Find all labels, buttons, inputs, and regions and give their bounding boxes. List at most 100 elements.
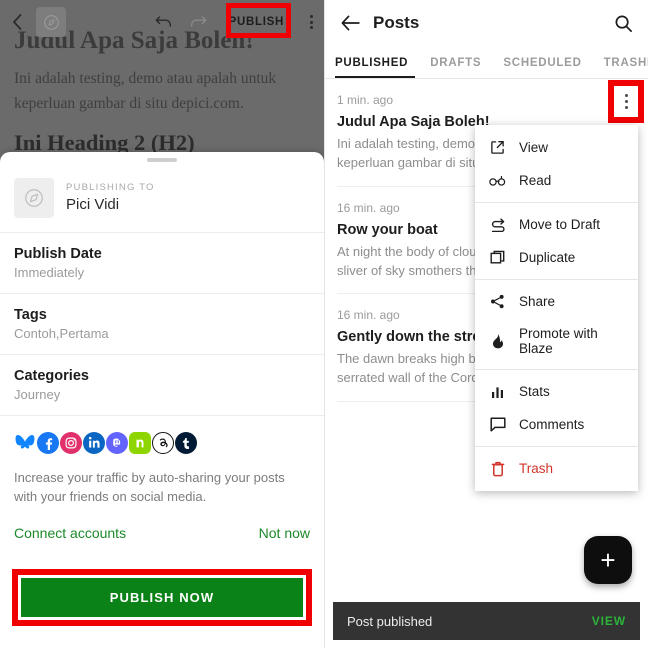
dimmed-editor-background: Judul Apa Saja Boleh! Ini adalah testing… bbox=[0, 0, 324, 167]
redo-arrow-icon[interactable] bbox=[181, 0, 215, 44]
publish-bottom-sheet: PUBLISHING TO Pici Vidi Publish Date Imm… bbox=[0, 152, 324, 648]
menu-item-stats[interactable]: Stats bbox=[475, 375, 638, 408]
publish-now-button[interactable]: PUBLISH NOW bbox=[21, 578, 303, 617]
snackbar-view-action[interactable]: VIEW bbox=[592, 614, 626, 628]
threads-icon bbox=[152, 431, 174, 454]
context-menu-group: View Read bbox=[475, 129, 638, 199]
mastodon-icon bbox=[106, 431, 128, 454]
move-to-draft-icon bbox=[489, 216, 506, 233]
editor-toolbar: PUBLISH bbox=[0, 0, 324, 44]
publishing-to-section[interactable]: PUBLISHING TO Pici Vidi bbox=[0, 162, 324, 232]
publish-date-label: Publish Date bbox=[14, 245, 102, 262]
post-context-menu: View Read Move to Draft Duplicate Share … bbox=[475, 125, 638, 491]
tab-drafts[interactable]: DRAFTS bbox=[430, 57, 481, 78]
compass-icon bbox=[14, 177, 54, 218]
bluesky-icon bbox=[14, 431, 36, 454]
social-actions: Connect accounts Not now bbox=[14, 525, 310, 541]
tumblr-icon bbox=[175, 431, 197, 454]
social-description: Increase your traffic by auto-sharing yo… bbox=[14, 469, 285, 505]
comment-bubble-icon bbox=[489, 416, 506, 433]
post-kebab-highlight[interactable] bbox=[608, 80, 644, 123]
menu-item-label: Promote with Blaze bbox=[519, 326, 598, 356]
undo-arrow-icon[interactable] bbox=[147, 0, 181, 44]
editor-paragraph: Ini adalah testing, demo atau apalah unt… bbox=[14, 69, 277, 112]
flame-icon bbox=[489, 333, 506, 350]
menu-item-label: Share bbox=[519, 294, 556, 309]
facebook-icon bbox=[37, 431, 59, 454]
divider bbox=[475, 369, 638, 370]
posts-tabs: PUBLISHED DRAFTS SCHEDULED TRASHED bbox=[325, 46, 648, 78]
divider bbox=[475, 202, 638, 203]
publish-button[interactable]: PUBLISH bbox=[218, 9, 294, 35]
connect-accounts-link[interactable]: Connect accounts bbox=[14, 525, 126, 541]
menu-item-view[interactable]: View bbox=[475, 131, 638, 164]
menu-item-label: Read bbox=[519, 173, 552, 188]
publishing-to-site-name: Pici Vidi bbox=[66, 196, 120, 213]
tags-value: Contoh,Pertama bbox=[14, 325, 109, 341]
active-tab-underline bbox=[335, 76, 415, 78]
duplicate-icon bbox=[489, 249, 506, 266]
search-icon[interactable] bbox=[608, 14, 638, 33]
kebab-menu-icon[interactable] bbox=[298, 0, 324, 44]
instagram-icon bbox=[60, 431, 82, 454]
site-avatar[interactable] bbox=[36, 7, 66, 37]
linkedin-icon bbox=[83, 431, 105, 454]
glasses-icon bbox=[489, 172, 506, 189]
tab-published[interactable]: PUBLISHED bbox=[335, 57, 408, 78]
chevron-left-icon[interactable] bbox=[0, 0, 34, 44]
posts-appbar: Posts bbox=[325, 0, 648, 46]
publish-date-row[interactable]: Publish Date Immediately bbox=[0, 233, 324, 293]
publishing-to-text: PUBLISHING TO Pici Vidi bbox=[66, 182, 155, 213]
menu-item-label: Comments bbox=[519, 417, 585, 432]
tab-scheduled[interactable]: SCHEDULED bbox=[503, 57, 581, 78]
publish-now-highlight: PUBLISH NOW bbox=[12, 569, 312, 626]
tab-trashed[interactable]: TRASHED bbox=[604, 57, 648, 78]
editor-publish-panel: Judul Apa Saja Boleh! Ini adalah testing… bbox=[0, 0, 324, 648]
categories-value: Journey bbox=[14, 386, 61, 402]
not-now-link[interactable]: Not now bbox=[259, 525, 310, 541]
trash-icon bbox=[489, 460, 506, 477]
external-link-icon bbox=[489, 139, 506, 156]
editor-content: Judul Apa Saja Boleh! Ini adalah testing… bbox=[0, 26, 324, 156]
new-post-fab[interactable]: + bbox=[584, 536, 632, 584]
menu-item-read[interactable]: Read bbox=[475, 164, 638, 197]
snackbar-message: Post published bbox=[347, 613, 433, 629]
context-menu-group: Share Promote with Blaze bbox=[475, 283, 638, 366]
menu-item-comments[interactable]: Comments bbox=[475, 408, 638, 441]
social-sharing-section: Increase your traffic by auto-sharing yo… bbox=[0, 416, 324, 541]
categories-label: Categories bbox=[14, 367, 89, 384]
menu-item-label: Move to Draft bbox=[519, 217, 601, 232]
snackbar: Post published VIEW bbox=[333, 602, 640, 640]
tags-label: Tags bbox=[14, 306, 47, 323]
divider bbox=[475, 279, 638, 280]
bar-chart-icon bbox=[489, 383, 506, 400]
publish-now-container: PUBLISH NOW bbox=[0, 559, 324, 648]
menu-item-duplicate[interactable]: Duplicate bbox=[475, 241, 638, 274]
posts-panel: Posts PUBLISHED DRAFTS SCHEDULED TRASHED… bbox=[324, 0, 648, 648]
publish-button-wrapper: PUBLISH bbox=[215, 9, 298, 35]
nextdoor-icon bbox=[129, 431, 151, 454]
tags-row[interactable]: Tags Contoh,Pertama bbox=[0, 294, 324, 354]
share-icon bbox=[489, 293, 506, 310]
screen-root: Judul Apa Saja Boleh! Ini adalah testing… bbox=[0, 0, 648, 648]
post-time: 1 min. ago bbox=[337, 93, 394, 107]
menu-item-share[interactable]: Share bbox=[475, 285, 638, 318]
menu-item-label: Duplicate bbox=[519, 250, 576, 265]
social-icon-row bbox=[14, 431, 310, 454]
context-menu-group: Trash bbox=[475, 450, 638, 487]
context-menu-group: Stats Comments bbox=[475, 373, 638, 443]
menu-item-label: View bbox=[519, 140, 549, 155]
menu-item-promote-with-blaze[interactable]: Promote with Blaze bbox=[475, 318, 638, 364]
context-menu-group: Move to Draft Duplicate bbox=[475, 206, 638, 276]
arrow-left-icon[interactable] bbox=[335, 15, 365, 31]
publish-date-value: Immediately bbox=[14, 264, 85, 280]
menu-item-move-to-draft[interactable]: Move to Draft bbox=[475, 208, 638, 241]
page-title: Posts bbox=[373, 13, 420, 32]
divider bbox=[475, 446, 638, 447]
menu-item-label: Stats bbox=[519, 384, 550, 399]
publishing-to-label: PUBLISHING TO bbox=[66, 182, 155, 193]
menu-item-label: Trash bbox=[519, 461, 554, 476]
menu-item-trash[interactable]: Trash bbox=[475, 452, 638, 485]
plus-icon: + bbox=[600, 544, 616, 575]
categories-row[interactable]: Categories Journey bbox=[0, 355, 324, 415]
